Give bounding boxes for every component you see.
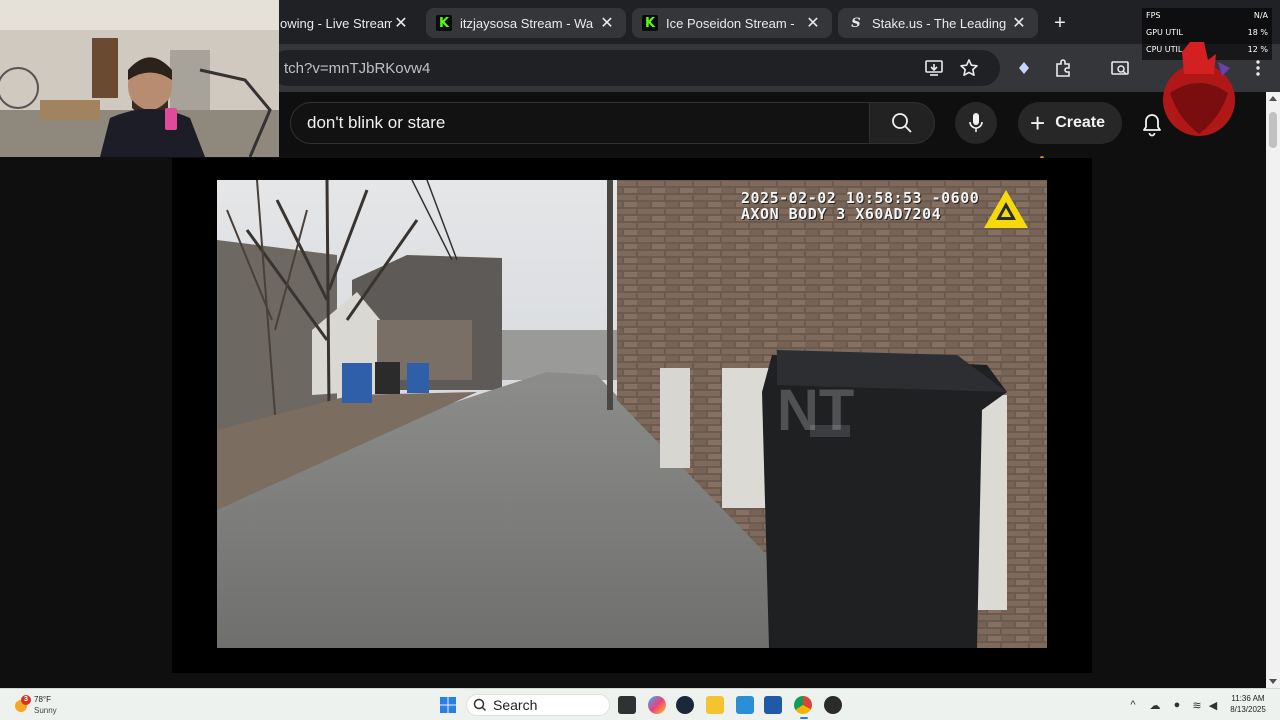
address-bar[interactable]: tch?v=mnTJbRKovw4 — [270, 50, 1000, 86]
show-hidden-icons-chevron-icon[interactable]: ^ — [1126, 697, 1140, 713]
channel-logo-badge — [1163, 42, 1235, 136]
new-tab-button[interactable]: + — [1046, 9, 1074, 37]
search-icon — [892, 113, 912, 133]
video-frame[interactable]: NT 2025-02-02 10:58:53 -0600 AXON BODY 3… — [217, 180, 1047, 648]
bodycam-device-id: AXON BODY 3 X60AD7204 — [741, 205, 942, 223]
plus-icon: + — [1030, 108, 1046, 138]
stats-row-gpu: GPU UTIL 18 % — [1146, 28, 1268, 37]
weather-badge: 3 — [21, 695, 31, 705]
windows-taskbar: 3 78°F Sunny Search ^ ☁ ● ≋ ◀ 11:36 AM 8… — [0, 688, 1280, 720]
tab-title: Stake.us - The Leading — [872, 15, 1007, 31]
kick-icon: K — [642, 15, 658, 31]
extension-diamond-icon[interactable] — [1012, 56, 1036, 80]
weather-temperature: 78°F — [34, 695, 51, 704]
tab-title: owing - Live Stream — [280, 15, 392, 31]
tab-ice-poseidon[interactable]: K Ice Poseidon Stream - ✕ — [632, 8, 832, 38]
chrome-icon[interactable] — [794, 696, 812, 714]
stake-icon: S — [851, 15, 861, 31]
close-tab-icon[interactable]: ✕ — [392, 13, 410, 33]
video-player[interactable]: NT 2025-02-02 10:58:53 -0600 AXON BODY 3… — [172, 158, 1092, 673]
search-icon — [473, 698, 487, 712]
search-tabs-icon[interactable] — [1108, 56, 1132, 80]
clock-time: 11:36 AM — [1231, 694, 1265, 703]
scrollbar-thumb[interactable] — [1269, 112, 1277, 148]
create-button[interactable]: + Create — [1018, 102, 1122, 144]
system-clock[interactable]: 11:36 AM 8/13/2025 — [1222, 693, 1274, 715]
search-button[interactable] — [869, 102, 935, 144]
wifi-icon[interactable]: ≋ — [1190, 697, 1204, 713]
stats-value: 18 % — [1247, 28, 1268, 37]
bodycam-scene-image: NT — [217, 180, 1047, 648]
tab-stake[interactable]: S Stake.us - The Leading ✕ — [838, 8, 1038, 38]
page-scrollbar[interactable] — [1266, 92, 1280, 688]
active-app-indicator — [800, 717, 808, 719]
voice-search-button[interactable] — [955, 102, 997, 144]
windows-start-icon[interactable] — [440, 697, 456, 713]
screen: owing - Live Stream ✕ K itzjaysosa Strea… — [0, 0, 1280, 720]
close-tab-icon[interactable]: ✕ — [598, 13, 616, 33]
close-tab-icon[interactable]: ✕ — [1010, 13, 1028, 33]
address-text: tch?v=mnTJbRKovw4 — [284, 59, 431, 77]
clock-date: 8/13/2025 — [1230, 705, 1266, 714]
steam-icon[interactable] — [676, 696, 694, 714]
tab-title: Ice Poseidon Stream - — [666, 15, 795, 31]
search-query: don't blink or stare — [307, 113, 446, 132]
microphone-tray-icon[interactable]: ● — [1170, 697, 1184, 713]
tab-title: itzjaysosa Stream - Wa — [460, 15, 594, 31]
tab-following[interactable]: owing - Live Stream ✕ — [270, 8, 420, 38]
stats-label: GPU UTIL — [1146, 28, 1183, 37]
search-input[interactable]: don't blink or stare — [290, 102, 870, 144]
copilot-icon[interactable] — [648, 696, 666, 714]
stats-row-fps: FPS N/A — [1146, 11, 1268, 20]
app-window-icon[interactable] — [736, 696, 754, 714]
stats-label: FPS — [1146, 11, 1161, 20]
close-tab-icon[interactable]: ✕ — [804, 13, 822, 33]
bookmark-star-icon[interactable] — [957, 56, 981, 80]
video-watermark: NT — [777, 378, 854, 443]
microsoft-store-icon[interactable] — [764, 696, 782, 714]
kick-icon: K — [436, 15, 452, 31]
axon-logo-icon — [984, 190, 1028, 228]
stats-value: N/A — [1253, 11, 1268, 20]
taskbar-search-label: Search — [493, 697, 538, 713]
volume-icon[interactable]: ◀ — [1206, 697, 1220, 713]
scroll-up-arrow-icon[interactable] — [1269, 96, 1277, 101]
scroll-down-arrow-icon[interactable] — [1269, 679, 1277, 684]
install-app-icon[interactable] — [922, 56, 946, 80]
weather-condition: Sunny — [34, 706, 57, 715]
microphone-icon — [969, 113, 983, 132]
taskbar-search-box[interactable]: Search — [466, 694, 610, 716]
tab-itzjaysosa[interactable]: K itzjaysosa Stream - Wa ✕ — [426, 8, 626, 38]
webcam-image — [0, 0, 279, 157]
streamer-webcam — [0, 0, 279, 157]
file-explorer-icon[interactable] — [706, 696, 724, 714]
extensions-puzzle-icon[interactable] — [1051, 56, 1075, 80]
weather-widget[interactable]: 3 78°F Sunny — [12, 693, 92, 717]
task-view-icon[interactable] — [618, 696, 636, 714]
create-label: Create — [1055, 114, 1105, 131]
bodycam-osd: 2025-02-02 10:58:53 -0600 AXON BODY 3 X6… — [741, 190, 979, 222]
onedrive-icon[interactable]: ☁ — [1148, 697, 1162, 713]
obs-app-icon[interactable] — [824, 696, 842, 714]
stats-value: 12 % — [1247, 45, 1268, 54]
